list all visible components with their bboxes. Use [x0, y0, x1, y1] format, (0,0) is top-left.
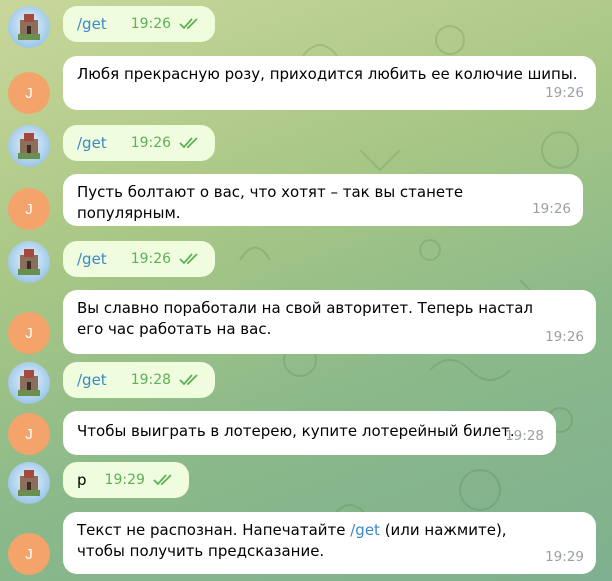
message-time: 19:29: [104, 471, 145, 488]
command-link[interactable]: /get: [77, 370, 107, 391]
avatar-initial: J: [25, 200, 33, 218]
command-link[interactable]: /get: [77, 14, 107, 35]
double-check-icon: [153, 474, 172, 486]
castle-icon: [18, 249, 40, 275]
user-avatar[interactable]: J: [8, 312, 50, 354]
bot-avatar[interactable]: [8, 362, 50, 404]
command-link[interactable]: /get: [77, 249, 107, 270]
message-text: Вы славно поработали на свой авторитет. …: [77, 299, 534, 338]
incoming-message[interactable]: Любя прекрасную розу, приходится любить …: [63, 56, 596, 110]
avatar-initial: J: [25, 324, 33, 342]
double-check-icon: [179, 18, 198, 30]
command-link[interactable]: /get: [350, 521, 380, 539]
incoming-message[interactable]: Вы славно поработали на свой авторитет. …: [63, 290, 596, 354]
outgoing-message[interactable]: /get 19:28: [63, 362, 216, 398]
double-check-icon: [179, 137, 198, 149]
outgoing-message[interactable]: /get 19:26: [63, 241, 216, 277]
message-text-part: Текст не распознан. Напечатайте: [77, 521, 351, 539]
outgoing-message[interactable]: /get 19:26: [63, 6, 216, 42]
user-avatar[interactable]: J: [8, 72, 50, 114]
message-text: Любя прекрасную розу, приходится любить …: [77, 65, 578, 83]
bot-avatar[interactable]: [8, 462, 50, 504]
message-time: 19:26: [130, 15, 172, 32]
bot-avatar[interactable]: [8, 241, 50, 283]
message-time: 19:26: [545, 85, 584, 101]
incoming-message[interactable]: Текст не распознан. Напечатайте /get (ил…: [63, 512, 596, 574]
avatar-initial: J: [25, 84, 33, 102]
bot-avatar[interactable]: [8, 6, 50, 48]
message-time: 19:28: [130, 371, 172, 388]
avatar-initial: J: [25, 545, 33, 563]
command-link[interactable]: /get: [77, 133, 107, 154]
message-text: Пусть болтают о вас, что хотят – так вы …: [77, 183, 464, 222]
castle-icon: [18, 14, 40, 40]
message-time: 19:26: [130, 134, 172, 151]
castle-icon: [18, 370, 40, 396]
message-text: Чтобы выиграть в лотерею, купите лотерей…: [77, 422, 515, 440]
double-check-icon: [179, 253, 198, 265]
message-time: 19:26: [532, 201, 571, 217]
incoming-message[interactable]: Пусть болтают о вас, что хотят – так вы …: [63, 174, 583, 226]
message-time: 19:29: [545, 549, 584, 565]
castle-icon: [18, 133, 40, 159]
user-avatar[interactable]: J: [8, 533, 50, 575]
user-avatar[interactable]: J: [8, 188, 50, 230]
outgoing-message[interactable]: /get 19:26: [63, 125, 216, 161]
double-check-icon: [179, 374, 198, 386]
incoming-message[interactable]: Чтобы выиграть в лотерею, купите лотерей…: [63, 411, 556, 455]
user-avatar[interactable]: J: [8, 413, 50, 455]
outgoing-message[interactable]: р 19:29: [63, 462, 189, 498]
avatar-initial: J: [25, 425, 33, 443]
message-time: 19:26: [130, 250, 172, 267]
bot-avatar[interactable]: [8, 125, 50, 167]
message-text: р: [77, 470, 87, 489]
castle-icon: [18, 470, 40, 496]
message-time: 19:28: [505, 428, 544, 444]
message-time: 19:26: [545, 329, 584, 345]
